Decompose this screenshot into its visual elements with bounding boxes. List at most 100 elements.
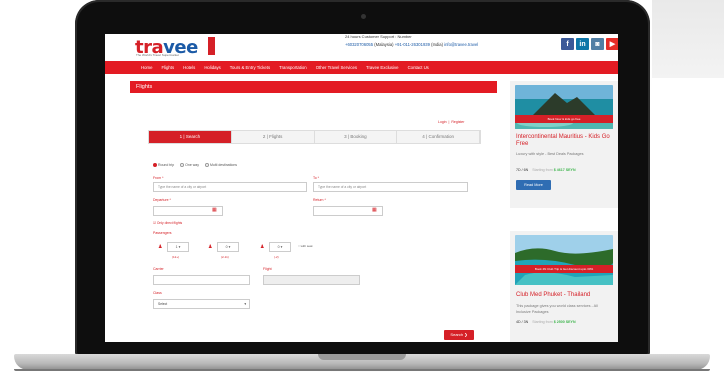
- nav-home[interactable]: Home: [141, 65, 152, 70]
- booking-steps: 1 | Search 2 | Flights 3 | Booking 4 | C…: [148, 130, 481, 144]
- phone-my-label: (Malaysia): [374, 42, 394, 47]
- departure-label: Departure *: [153, 198, 171, 202]
- flights-heading: Flights: [130, 81, 497, 93]
- with-seat-option[interactable]: ○ with seat: [298, 244, 313, 248]
- laptop-lid: travee The World's Travel Supermarket 24…: [75, 0, 650, 356]
- class-value: Select: [158, 302, 168, 306]
- radio-selected-icon: [153, 163, 157, 168]
- flight-label: Flight: [263, 267, 272, 271]
- nav-exclusive[interactable]: Travee Exclusive: [366, 65, 399, 70]
- child-label: (2-11): [221, 255, 229, 259]
- deal-description: Luxury with style - Best Deals Packages: [516, 152, 584, 156]
- linkedin-icon[interactable]: in: [576, 38, 589, 50]
- class-select[interactable]: Select ▾: [153, 299, 250, 309]
- laptop-base-edge: [14, 369, 710, 371]
- carrier-input[interactable]: [153, 275, 250, 285]
- adult-label: (12+): [172, 255, 180, 259]
- to-input[interactable]: Type the name of a city or airport: [313, 182, 468, 192]
- radio-icon: [204, 163, 209, 168]
- deal-description: This package gives you world class servi…: [516, 304, 598, 314]
- deal-price-prefix: Starting from: [532, 320, 553, 324]
- deal-price-value: $ 4617 SEYN: [553, 168, 576, 172]
- infant-value: 0: [277, 245, 280, 249]
- trip-multi[interactable]: Multi destinations: [204, 163, 238, 168]
- nav-contact[interactable]: Contact Us: [408, 65, 429, 70]
- from-input[interactable]: Type the name of a city or airport: [153, 182, 307, 192]
- deal-price-value: $ 2500 SEYN: [553, 320, 576, 324]
- contact-line: +60320706055 (Malaysia) +91-011-26301939…: [345, 42, 478, 47]
- instagram-icon[interactable]: ◙: [591, 38, 604, 50]
- deal-nights: 4D / 3N: [516, 320, 529, 324]
- to-label: To *: [313, 176, 320, 180]
- from-label: From *: [153, 176, 164, 180]
- flights-panel: Flights: [130, 81, 497, 93]
- deal-card: Book 4N Club Trip & Get discount upto 30…: [510, 231, 618, 342]
- direct-flights-checkbox[interactable]: ☑ Only direct flights: [153, 221, 182, 225]
- infant-icon: ♟: [260, 244, 265, 250]
- infant-label: (-2): [274, 255, 279, 259]
- phone-in-label: (India): [431, 42, 443, 47]
- search-button[interactable]: Search ❯: [444, 330, 474, 340]
- nav-transportation[interactable]: Transportation: [279, 65, 307, 70]
- login-link[interactable]: Login: [438, 120, 447, 124]
- nav-hotels[interactable]: Hotels: [183, 65, 195, 70]
- step-search[interactable]: 1 | Search: [149, 131, 232, 143]
- return-label: Return *: [313, 198, 326, 202]
- adult-icon: ♟: [158, 244, 163, 250]
- trip-oneway-label: One way: [185, 163, 199, 167]
- nav-tours[interactable]: Tours & Entry Tickets: [230, 65, 270, 70]
- phone-my[interactable]: +60320706055: [345, 42, 373, 47]
- nav-other-services[interactable]: Other Travel Services: [316, 65, 357, 70]
- adult-value: 1: [175, 245, 178, 249]
- flight-input[interactable]: [263, 275, 360, 285]
- deal-price: 4D / 3N Starting from $ 2500 SEYN: [516, 320, 576, 324]
- deal-card: Book Now & kids go free Intercontinental…: [510, 81, 618, 208]
- with-seat-label: with seat: [300, 244, 313, 248]
- deal-title[interactable]: Club Med Phuket - Thailand: [516, 292, 611, 299]
- read-more-button[interactable]: Read More: [516, 180, 551, 190]
- class-label: Class: [153, 291, 162, 295]
- support-text: 24 hours Customer Support : Number: [345, 34, 412, 39]
- deal-ribbon: Book Now & kids go free: [515, 115, 613, 123]
- stage: travee The World's Travel Supermarket 24…: [0, 0, 724, 382]
- passengers-label: Passengers: [153, 231, 172, 235]
- nav-holidays[interactable]: Holidays: [204, 65, 220, 70]
- adult-stepper[interactable]: 1 ▾: [167, 242, 189, 252]
- deal-image[interactable]: Book Now & kids go free: [515, 85, 613, 129]
- email-link[interactable]: info@travee.travel: [444, 42, 478, 47]
- search-button-label: Search: [450, 332, 464, 337]
- phuket-photo: [515, 235, 613, 285]
- phone-in[interactable]: +91-011-26301939: [395, 42, 430, 47]
- trip-multi-label: Multi destinations: [209, 163, 238, 167]
- deal-nights: 7D / 6N: [516, 168, 529, 172]
- laptop-notch: [318, 354, 406, 360]
- auth-links: Login | Register: [438, 120, 465, 124]
- calendar-icon[interactable]: ▦: [212, 207, 217, 213]
- deal-price: 7D / 6N Starting from $ 4617 SEYN: [516, 168, 576, 172]
- trip-oneway[interactable]: One way: [180, 163, 199, 168]
- infant-stepper[interactable]: 0 ▾: [269, 242, 291, 252]
- step-booking[interactable]: 3 | Booking: [314, 131, 398, 143]
- deal-title[interactable]: Intercontinental Mauritius - Kids Go Fre…: [516, 134, 611, 148]
- background-panel: [652, 0, 724, 78]
- register-link[interactable]: Register: [451, 120, 464, 124]
- facebook-icon[interactable]: f: [561, 38, 574, 50]
- step-confirmation[interactable]: 4 | Confirmation: [397, 131, 480, 143]
- direct-flights-label: Only direct flights: [156, 221, 183, 225]
- nav-flights[interactable]: Flights: [161, 65, 174, 70]
- chevron-down-icon: ▾: [244, 302, 246, 306]
- deal-image[interactable]: Book 4N Club Trip & Get discount upto 30…: [515, 235, 613, 285]
- child-value: 0: [225, 245, 228, 249]
- child-stepper[interactable]: 0 ▾: [217, 242, 239, 252]
- carrier-label: Carrier: [153, 267, 164, 271]
- calendar-icon[interactable]: ▦: [372, 207, 377, 213]
- site-header: travee The World's Travel Supermarket 24…: [105, 34, 618, 58]
- child-icon: ♟: [208, 244, 213, 250]
- trip-round[interactable]: Round trip: [153, 163, 175, 168]
- main-nav: Home Flights Hotels Holidays Tours & Ent…: [105, 61, 618, 74]
- trip-round-label: Round trip: [158, 163, 175, 167]
- camera-icon: [361, 14, 366, 19]
- step-flights[interactable]: 2 | Flights: [231, 131, 315, 143]
- laptop-screen: travee The World's Travel Supermarket 24…: [105, 34, 618, 342]
- youtube-icon[interactable]: ▶: [606, 38, 618, 50]
